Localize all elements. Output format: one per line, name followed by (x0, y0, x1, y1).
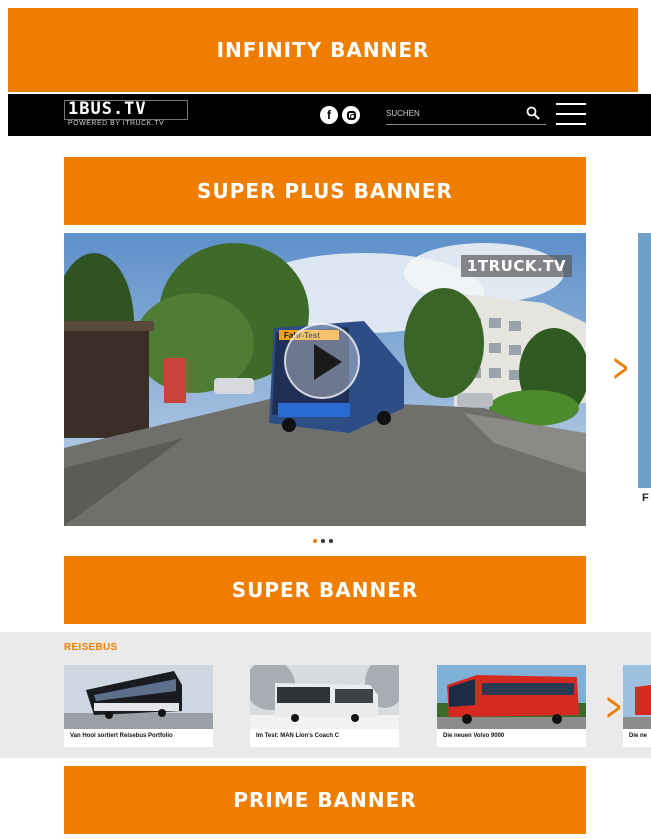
strip-next-arrow-icon[interactable]: > (605, 684, 622, 730)
article-card[interactable]: Die neuen Volvo 9000 (437, 665, 586, 747)
site-logo[interactable]: 1BUS.TV POWERED BY ITRUCK.TV (64, 99, 194, 129)
search-icon[interactable] (526, 106, 540, 120)
slider-dot[interactable] (329, 539, 333, 543)
prime-banner[interactable]: PRIME BANNER (64, 766, 586, 834)
slider-dots (313, 539, 343, 545)
play-icon[interactable] (284, 323, 360, 399)
article-caption: Die neuen Volvo 9000 (443, 733, 505, 739)
article-caption: Van Hool sortiert Reisebus Portfolio (70, 733, 173, 739)
article-thumbnail (437, 665, 586, 729)
infinity-banner[interactable]: INFINITY BANNER (8, 8, 638, 92)
article-thumbnail (64, 665, 213, 729)
section-title[interactable]: REISEBUS (64, 642, 118, 653)
article-caption: Im Test: MAN Lion's Coach C (256, 733, 339, 739)
super-banner[interactable]: SUPER BANNER (64, 556, 586, 624)
article-thumbnail (250, 665, 399, 729)
instagram-icon[interactable] (342, 106, 360, 124)
slider-dot[interactable] (321, 539, 325, 543)
next-slide-caption-text: F (642, 492, 649, 504)
article-card[interactable]: Van Hool sortiert Reisebus Portfolio (64, 665, 213, 747)
search-bar (386, 104, 546, 125)
facebook-icon[interactable]: f (320, 106, 338, 124)
super-plus-banner[interactable]: SUPER PLUS BANNER (64, 157, 586, 225)
hero-video-slide[interactable]: Fahr-Test 1TRUCK.TV (64, 233, 586, 526)
logo-text: 1BUS.TV (68, 99, 147, 119)
reisebus-section: REISEBUS Van Hool sortiert Reisebus Port… (0, 632, 651, 758)
article-card[interactable]: Die ne (623, 665, 651, 747)
article-thumbnail (623, 665, 651, 729)
article-caption: Die ne (629, 733, 648, 739)
hero-next-slide-preview[interactable]: F (638, 233, 651, 526)
video-watermark: 1TRUCK.TV (460, 255, 572, 277)
page: INFINITY BANNER 1BUS.TV POWERED BY ITRUC… (0, 0, 651, 839)
article-card[interactable]: Im Test: MAN Lion's Coach C (250, 665, 399, 747)
top-navbar: 1BUS.TV POWERED BY ITRUCK.TV f (8, 94, 651, 136)
hamburger-menu-icon[interactable] (556, 103, 586, 125)
slider-dot-active[interactable] (313, 539, 317, 543)
logo-tagline: POWERED BY ITRUCK.TV (68, 120, 165, 127)
search-input[interactable] (386, 104, 516, 122)
hero-next-arrow-icon[interactable]: > (612, 345, 629, 391)
next-slide-caption: F (638, 488, 651, 526)
